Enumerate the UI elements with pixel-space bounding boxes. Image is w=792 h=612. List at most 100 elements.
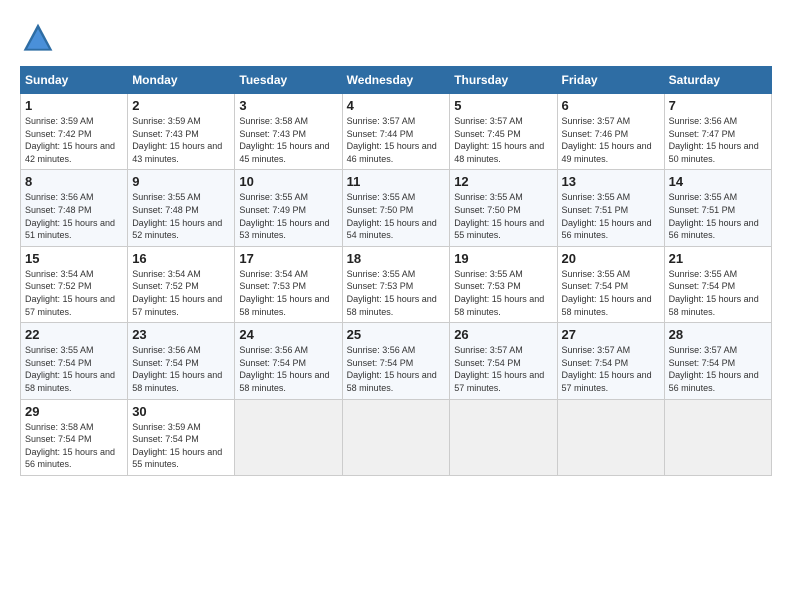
calendar-cell: 13 Sunrise: 3:55 AMSunset: 7:51 PMDaylig… <box>557 170 664 246</box>
day-info: Sunrise: 3:55 AMSunset: 7:49 PMDaylight:… <box>239 191 337 241</box>
calendar-cell: 29 Sunrise: 3:58 AMSunset: 7:54 PMDaylig… <box>21 399 128 475</box>
calendar-cell: 27 Sunrise: 3:57 AMSunset: 7:54 PMDaylig… <box>557 323 664 399</box>
calendar-cell <box>342 399 450 475</box>
calendar-week-3: 15 Sunrise: 3:54 AMSunset: 7:52 PMDaylig… <box>21 246 772 322</box>
calendar-cell: 1 Sunrise: 3:59 AMSunset: 7:42 PMDayligh… <box>21 94 128 170</box>
calendar-cell: 23 Sunrise: 3:56 AMSunset: 7:54 PMDaylig… <box>128 323 235 399</box>
day-info: Sunrise: 3:55 AMSunset: 7:54 PMDaylight:… <box>562 268 660 318</box>
weekday-header-saturday: Saturday <box>664 67 771 94</box>
day-number: 6 <box>562 98 660 113</box>
calendar-cell: 25 Sunrise: 3:56 AMSunset: 7:54 PMDaylig… <box>342 323 450 399</box>
day-number: 1 <box>25 98 123 113</box>
calendar-cell: 11 Sunrise: 3:55 AMSunset: 7:50 PMDaylig… <box>342 170 450 246</box>
day-number: 5 <box>454 98 552 113</box>
day-number: 24 <box>239 327 337 342</box>
day-info: Sunrise: 3:57 AMSunset: 7:54 PMDaylight:… <box>562 344 660 394</box>
day-number: 21 <box>669 251 767 266</box>
calendar-cell <box>557 399 664 475</box>
weekday-header-sunday: Sunday <box>21 67 128 94</box>
day-info: Sunrise: 3:56 AMSunset: 7:54 PMDaylight:… <box>347 344 446 394</box>
day-number: 8 <box>25 174 123 189</box>
calendar-cell: 20 Sunrise: 3:55 AMSunset: 7:54 PMDaylig… <box>557 246 664 322</box>
day-number: 28 <box>669 327 767 342</box>
day-number: 7 <box>669 98 767 113</box>
day-info: Sunrise: 3:55 AMSunset: 7:51 PMDaylight:… <box>562 191 660 241</box>
weekday-header-wednesday: Wednesday <box>342 67 450 94</box>
weekday-header-tuesday: Tuesday <box>235 67 342 94</box>
calendar-cell: 19 Sunrise: 3:55 AMSunset: 7:53 PMDaylig… <box>450 246 557 322</box>
day-info: Sunrise: 3:56 AMSunset: 7:54 PMDaylight:… <box>132 344 230 394</box>
day-info: Sunrise: 3:55 AMSunset: 7:50 PMDaylight:… <box>347 191 446 241</box>
day-number: 29 <box>25 404 123 419</box>
day-number: 4 <box>347 98 446 113</box>
day-number: 10 <box>239 174 337 189</box>
day-number: 2 <box>132 98 230 113</box>
day-number: 17 <box>239 251 337 266</box>
calendar-cell: 3 Sunrise: 3:58 AMSunset: 7:43 PMDayligh… <box>235 94 342 170</box>
day-info: Sunrise: 3:57 AMSunset: 7:44 PMDaylight:… <box>347 115 446 165</box>
day-info: Sunrise: 3:55 AMSunset: 7:48 PMDaylight:… <box>132 191 230 241</box>
calendar-cell: 18 Sunrise: 3:55 AMSunset: 7:53 PMDaylig… <box>342 246 450 322</box>
calendar-week-4: 22 Sunrise: 3:55 AMSunset: 7:54 PMDaylig… <box>21 323 772 399</box>
day-info: Sunrise: 3:55 AMSunset: 7:54 PMDaylight:… <box>669 268 767 318</box>
day-info: Sunrise: 3:55 AMSunset: 7:54 PMDaylight:… <box>25 344 123 394</box>
calendar-cell <box>450 399 557 475</box>
calendar-cell: 28 Sunrise: 3:57 AMSunset: 7:54 PMDaylig… <box>664 323 771 399</box>
calendar-week-2: 8 Sunrise: 3:56 AMSunset: 7:48 PMDayligh… <box>21 170 772 246</box>
day-number: 26 <box>454 327 552 342</box>
day-number: 30 <box>132 404 230 419</box>
day-info: Sunrise: 3:54 AMSunset: 7:52 PMDaylight:… <box>25 268 123 318</box>
day-info: Sunrise: 3:57 AMSunset: 7:46 PMDaylight:… <box>562 115 660 165</box>
weekday-header-row: SundayMondayTuesdayWednesdayThursdayFrid… <box>21 67 772 94</box>
day-number: 19 <box>454 251 552 266</box>
day-info: Sunrise: 3:54 AMSunset: 7:52 PMDaylight:… <box>132 268 230 318</box>
day-info: Sunrise: 3:57 AMSunset: 7:54 PMDaylight:… <box>454 344 552 394</box>
day-number: 14 <box>669 174 767 189</box>
page-header <box>20 20 772 56</box>
calendar-week-1: 1 Sunrise: 3:59 AMSunset: 7:42 PMDayligh… <box>21 94 772 170</box>
day-info: Sunrise: 3:59 AMSunset: 7:42 PMDaylight:… <box>25 115 123 165</box>
calendar-cell: 15 Sunrise: 3:54 AMSunset: 7:52 PMDaylig… <box>21 246 128 322</box>
calendar-cell: 4 Sunrise: 3:57 AMSunset: 7:44 PMDayligh… <box>342 94 450 170</box>
calendar-cell: 21 Sunrise: 3:55 AMSunset: 7:54 PMDaylig… <box>664 246 771 322</box>
weekday-header-monday: Monday <box>128 67 235 94</box>
calendar-cell <box>664 399 771 475</box>
calendar-cell: 5 Sunrise: 3:57 AMSunset: 7:45 PMDayligh… <box>450 94 557 170</box>
day-info: Sunrise: 3:55 AMSunset: 7:50 PMDaylight:… <box>454 191 552 241</box>
day-info: Sunrise: 3:55 AMSunset: 7:53 PMDaylight:… <box>347 268 446 318</box>
calendar-cell: 22 Sunrise: 3:55 AMSunset: 7:54 PMDaylig… <box>21 323 128 399</box>
day-number: 13 <box>562 174 660 189</box>
day-number: 23 <box>132 327 230 342</box>
day-info: Sunrise: 3:58 AMSunset: 7:54 PMDaylight:… <box>25 421 123 471</box>
calendar-cell: 7 Sunrise: 3:56 AMSunset: 7:47 PMDayligh… <box>664 94 771 170</box>
day-number: 11 <box>347 174 446 189</box>
day-info: Sunrise: 3:58 AMSunset: 7:43 PMDaylight:… <box>239 115 337 165</box>
calendar-table: SundayMondayTuesdayWednesdayThursdayFrid… <box>20 66 772 476</box>
logo <box>20 20 62 56</box>
day-info: Sunrise: 3:56 AMSunset: 7:47 PMDaylight:… <box>669 115 767 165</box>
day-number: 9 <box>132 174 230 189</box>
day-info: Sunrise: 3:56 AMSunset: 7:54 PMDaylight:… <box>239 344 337 394</box>
logo-icon <box>20 20 56 56</box>
calendar-cell: 6 Sunrise: 3:57 AMSunset: 7:46 PMDayligh… <box>557 94 664 170</box>
day-info: Sunrise: 3:54 AMSunset: 7:53 PMDaylight:… <box>239 268 337 318</box>
calendar-cell: 14 Sunrise: 3:55 AMSunset: 7:51 PMDaylig… <box>664 170 771 246</box>
calendar-cell: 2 Sunrise: 3:59 AMSunset: 7:43 PMDayligh… <box>128 94 235 170</box>
day-number: 22 <box>25 327 123 342</box>
weekday-header-friday: Friday <box>557 67 664 94</box>
day-info: Sunrise: 3:59 AMSunset: 7:43 PMDaylight:… <box>132 115 230 165</box>
calendar-cell: 30 Sunrise: 3:59 AMSunset: 7:54 PMDaylig… <box>128 399 235 475</box>
day-number: 25 <box>347 327 446 342</box>
day-number: 3 <box>239 98 337 113</box>
day-number: 15 <box>25 251 123 266</box>
calendar-cell: 12 Sunrise: 3:55 AMSunset: 7:50 PMDaylig… <box>450 170 557 246</box>
day-info: Sunrise: 3:57 AMSunset: 7:54 PMDaylight:… <box>669 344 767 394</box>
calendar-cell: 9 Sunrise: 3:55 AMSunset: 7:48 PMDayligh… <box>128 170 235 246</box>
day-number: 18 <box>347 251 446 266</box>
day-info: Sunrise: 3:56 AMSunset: 7:48 PMDaylight:… <box>25 191 123 241</box>
calendar-cell <box>235 399 342 475</box>
weekday-header-thursday: Thursday <box>450 67 557 94</box>
day-info: Sunrise: 3:59 AMSunset: 7:54 PMDaylight:… <box>132 421 230 471</box>
calendar-cell: 8 Sunrise: 3:56 AMSunset: 7:48 PMDayligh… <box>21 170 128 246</box>
day-number: 20 <box>562 251 660 266</box>
